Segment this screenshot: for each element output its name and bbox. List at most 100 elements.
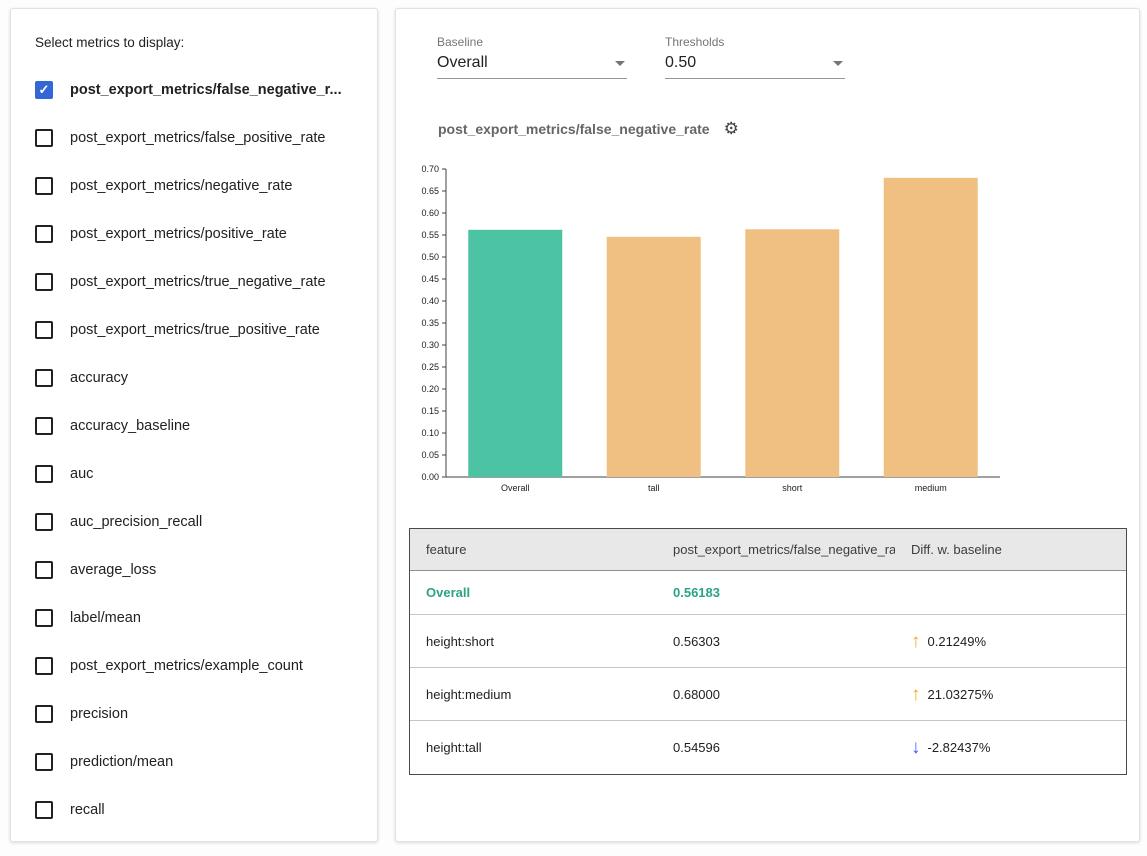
metric-label: post_export_metrics/true_positive_rate <box>70 322 320 338</box>
table-header-feature: feature <box>410 529 657 570</box>
metric-label: recall <box>70 802 105 818</box>
value-cell: 0.56303 <box>657 634 895 649</box>
baseline-select[interactable]: Baseline Overall <box>437 35 627 79</box>
metric-checkbox[interactable]: ✓ <box>35 657 53 675</box>
chart-bar[interactable] <box>884 178 978 477</box>
metric-checkbox[interactable]: ✓ <box>35 801 53 819</box>
y-axis-tick-label: 0.15 <box>421 406 439 416</box>
baseline-select-value-row[interactable]: Overall <box>437 54 627 79</box>
metric-label: accuracy_baseline <box>70 418 190 434</box>
chevron-down-icon <box>833 61 843 66</box>
x-axis-label: tall <box>648 483 660 493</box>
y-axis-tick-label: 0.00 <box>421 472 439 482</box>
y-axis-tick-label: 0.40 <box>421 296 439 306</box>
metric-label: precision <box>70 706 128 722</box>
chart-title: post_export_metrics/false_negative_rate <box>438 121 710 137</box>
y-axis-tick-label: 0.35 <box>421 318 439 328</box>
metric-checkbox[interactable]: ✓ <box>35 417 53 435</box>
thresholds-select-value-row[interactable]: 0.50 <box>665 54 845 79</box>
y-axis-tick-label: 0.55 <box>421 230 439 240</box>
metric-list-item[interactable]: ✓ prediction/mean <box>11 738 377 786</box>
metric-list-item[interactable]: ✓ label/mean <box>11 594 377 642</box>
y-axis-tick-label: 0.25 <box>421 362 439 372</box>
table-header-diff: Diff. w. baseline <box>895 529 1126 570</box>
metric-label: accuracy <box>70 370 128 386</box>
metric-checkbox[interactable]: ✓ <box>35 129 53 147</box>
metric-label: post_export_metrics/negative_rate <box>70 178 292 194</box>
feature-cell: height:short <box>410 634 657 649</box>
y-axis-tick-label: 0.30 <box>421 340 439 350</box>
metric-list-item[interactable]: ✓ auc <box>11 450 377 498</box>
metric-list-item[interactable]: ✓ post_export_metrics/negative_rate <box>11 162 377 210</box>
value-cell: 0.68000 <box>657 687 895 702</box>
metric-checkbox[interactable]: ✓ <box>35 369 53 387</box>
metric-label: prediction/mean <box>70 754 173 770</box>
baseline-select-label: Baseline <box>437 35 627 49</box>
metric-checkbox[interactable]: ✓ <box>35 561 53 579</box>
y-axis-tick-label: 0.65 <box>421 186 439 196</box>
value-cell: 0.56183 <box>657 585 895 600</box>
metric-label: average_loss <box>70 562 156 578</box>
diff-cell: ↓ -2.82437% <box>895 738 1126 757</box>
metrics-list: ✓ post_export_metrics/false_negative_r..… <box>11 66 377 834</box>
metric-list-item[interactable]: ✓ post_export_metrics/true_positive_rate <box>11 306 377 354</box>
diff-arrow-icon: ↑ <box>911 632 921 651</box>
settings-gear-icon[interactable]: ⚙ <box>724 119 739 139</box>
y-axis-tick-label: 0.45 <box>421 274 439 284</box>
metric-list-item[interactable]: ✓ post_export_metrics/false_negative_r..… <box>11 66 377 114</box>
diff-value: -2.82437% <box>928 740 991 755</box>
metric-list-item[interactable]: ✓ average_loss <box>11 546 377 594</box>
metric-list-item[interactable]: ✓ precision <box>11 690 377 738</box>
y-axis-tick-label: 0.10 <box>421 428 439 438</box>
metric-checkbox[interactable]: ✓ <box>35 753 53 771</box>
metric-label: post_export_metrics/positive_rate <box>70 226 287 242</box>
metric-label: post_export_metrics/false_positive_rate <box>70 130 326 146</box>
chevron-down-icon <box>615 61 625 66</box>
metric-list-item[interactable]: ✓ auc_precision_recall <box>11 498 377 546</box>
feature-cell: height:tall <box>410 740 657 755</box>
metric-checkbox[interactable]: ✓ <box>35 609 53 627</box>
metric-list-item[interactable]: ✓ accuracy_baseline <box>11 402 377 450</box>
metric-checkbox[interactable]: ✓ <box>35 177 53 195</box>
metric-selector-title: Select metrics to display: <box>11 9 377 50</box>
metric-list-item[interactable]: ✓ accuracy <box>11 354 377 402</box>
x-axis-label: short <box>782 483 803 493</box>
diff-value: 21.03275% <box>928 687 994 702</box>
chart-bar[interactable] <box>607 237 701 477</box>
metric-list-item[interactable]: ✓ post_export_metrics/false_positive_rat… <box>11 114 377 162</box>
chart-bar[interactable] <box>745 229 839 477</box>
y-axis-tick-label: 0.60 <box>421 208 439 218</box>
metric-label: auc <box>70 466 93 482</box>
value-cell: 0.54596 <box>657 740 895 755</box>
metric-checkbox[interactable]: ✓ <box>35 513 53 531</box>
bar-chart: 0.000.050.100.150.200.250.300.350.400.45… <box>396 161 1139 518</box>
diff-arrow-icon: ↑ <box>911 685 921 704</box>
x-axis-label: Overall <box>501 483 530 493</box>
y-axis-tick-label: 0.70 <box>421 164 439 174</box>
metric-label: label/mean <box>70 610 141 626</box>
metric-selector-panel: Select metrics to display: ✓ post_export… <box>10 8 378 842</box>
metric-checkbox[interactable]: ✓ <box>35 465 53 483</box>
feature-cell: Overall <box>410 585 657 600</box>
metric-checkbox[interactable]: ✓ <box>35 321 53 339</box>
metric-label: post_export_metrics/true_negative_rate <box>70 274 326 290</box>
metric-checkbox[interactable]: ✓ <box>35 81 53 99</box>
metrics-table: feature post_export_metrics/false_negati… <box>409 528 1127 775</box>
table-header-metric: post_export_metrics/false_negative_rat..… <box>657 529 895 570</box>
feature-cell: height:medium <box>410 687 657 702</box>
table-row: height:short 0.56303 ↑ 0.21249% <box>410 615 1126 668</box>
metric-list-item[interactable]: ✓ post_export_metrics/example_count <box>11 642 377 690</box>
metric-checkbox[interactable]: ✓ <box>35 705 53 723</box>
chart-bar[interactable] <box>468 230 562 477</box>
diff-arrow-icon: ↓ <box>911 738 921 757</box>
thresholds-select[interactable]: Thresholds 0.50 <box>665 35 845 79</box>
baseline-select-value: Overall <box>437 54 488 72</box>
metric-list-item[interactable]: ✓ post_export_metrics/true_negative_rate <box>11 258 377 306</box>
check-icon: ✓ <box>39 83 50 97</box>
controls-bar: Baseline Overall Thresholds 0.50 <box>396 9 1139 79</box>
table-row: Overall 0.56183 <box>410 571 1126 615</box>
metric-checkbox[interactable]: ✓ <box>35 273 53 291</box>
metric-list-item[interactable]: ✓ post_export_metrics/positive_rate <box>11 210 377 258</box>
metric-checkbox[interactable]: ✓ <box>35 225 53 243</box>
metric-list-item[interactable]: ✓ recall <box>11 786 377 834</box>
